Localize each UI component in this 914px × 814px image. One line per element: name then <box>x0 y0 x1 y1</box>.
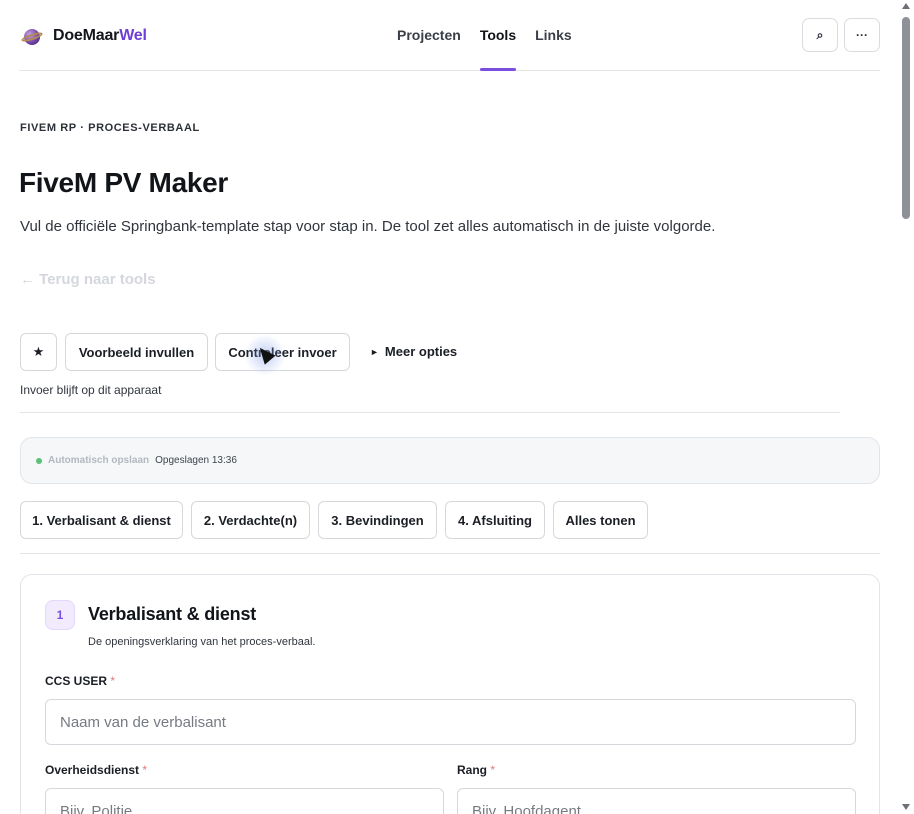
scroll-down-arrow-icon[interactable] <box>902 804 910 810</box>
step-tab-afsluiting[interactable]: 4. Afsluiting <box>445 501 545 539</box>
fill-example-button[interactable]: Voorbeeld invullen <box>65 333 208 371</box>
scroll-up-arrow-icon[interactable] <box>902 3 910 9</box>
top-header: DoeMaarWel Projecten Tools Links ⌕ ··· <box>19 0 880 71</box>
divider <box>20 553 880 554</box>
scrollbar-thumb[interactable] <box>902 17 910 219</box>
nav-item-projecten[interactable]: Projecten <box>397 27 461 71</box>
step-tab-verdachten[interactable]: 2. Verdachte(n) <box>191 501 310 539</box>
autosave-label: Automatisch opslaan <box>48 455 150 466</box>
more-menu-button[interactable]: ··· <box>844 18 880 52</box>
check-input-button[interactable]: Controleer invoer <box>215 333 350 371</box>
section-description: De openingsverklaring van het proces-ver… <box>88 636 316 648</box>
section-title: Verbalisant & dienst <box>88 604 257 624</box>
main-nav: Projecten Tools Links <box>397 27 572 71</box>
rang-input[interactable] <box>457 788 856 814</box>
page-eyebrow: FIVEM RP · PROCES-VERBAAL <box>20 122 200 134</box>
autosave-time: Opgeslagen 13:36 <box>155 455 237 466</box>
step-tab-show-all[interactable]: Alles tonen <box>553 501 648 539</box>
more-options-label: Meer opties <box>384 344 458 359</box>
star-icon: ★ <box>32 344 45 359</box>
page-scrollbar[interactable] <box>899 0 914 814</box>
page-subtitle: Vul de officiële Springbank-template sta… <box>20 218 716 235</box>
ccs-user-label: CCS USER * <box>45 674 116 688</box>
more-options-toggle[interactable]: ► Meer opties <box>370 344 457 359</box>
brand-logo-link[interactable]: DoeMaarWel <box>20 25 147 47</box>
more-dots-icon: ··· <box>856 28 868 42</box>
nav-item-links[interactable]: Links <box>535 27 572 71</box>
local-storage-note: Invoer blijft op dit apparaat <box>20 383 162 397</box>
favorite-button[interactable]: ★ <box>20 333 57 371</box>
nav-item-tools[interactable]: Tools <box>479 27 517 71</box>
step-tab-verbalisant[interactable]: 1. Verbalisant & dienst <box>20 501 183 539</box>
brand-name: DoeMaarWel <box>53 27 147 44</box>
page-title: FiveM PV Maker <box>19 167 228 198</box>
overheidsdienst-label: Overheidsdienst * <box>45 763 148 777</box>
status-dot-icon <box>36 457 42 464</box>
search-button[interactable]: ⌕ <box>802 18 838 52</box>
back-to-tools-link[interactable]: ← Terug naar tools <box>20 271 156 288</box>
ccs-user-input[interactable] <box>45 699 856 745</box>
divider <box>20 412 840 413</box>
rang-label: Rang * <box>457 763 496 777</box>
overheidsdienst-input[interactable] <box>45 788 444 814</box>
triangle-right-icon: ► <box>370 346 379 357</box>
step-tab-bevindingen[interactable]: 3. Bevindingen <box>318 501 437 539</box>
section-card-verbalisant: 1 Verbalisant & dienst De openingsverkla… <box>20 574 880 814</box>
planet-logo-icon <box>20 25 44 47</box>
section-number-badge: 1 <box>45 600 75 630</box>
autosave-status-bar: Automatisch opslaan Opgeslagen 13:36 <box>20 437 880 484</box>
search-icon: ⌕ <box>816 27 824 42</box>
